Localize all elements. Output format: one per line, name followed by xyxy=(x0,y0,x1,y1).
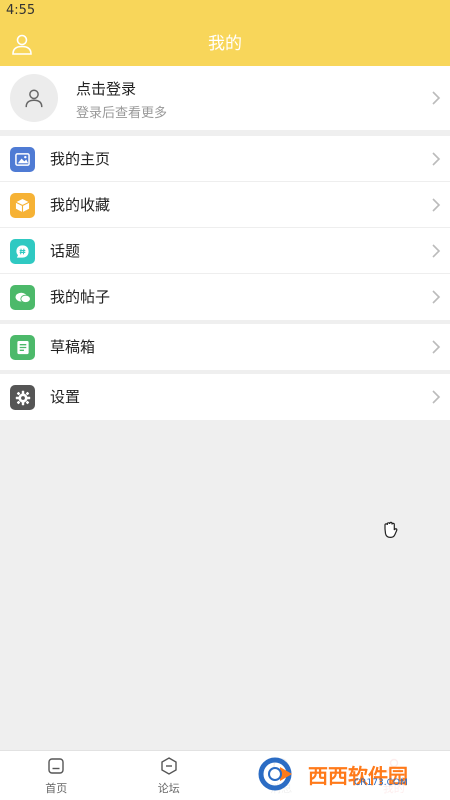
menu-item-label: 我的收藏 xyxy=(50,196,111,214)
image-icon xyxy=(10,147,35,172)
avatar[interactable] xyxy=(10,74,58,122)
chevron-right-icon xyxy=(432,198,441,212)
menu-group-drafts: 草稿箱 xyxy=(0,324,450,370)
status-time: 4:55 xyxy=(6,3,36,18)
forum-icon xyxy=(161,757,177,775)
menu-item-my-favorites[interactable]: 我的收藏 xyxy=(0,182,450,228)
site-logo-icon xyxy=(258,757,292,791)
login-card[interactable]: 点击登录 登录后查看更多 xyxy=(0,66,450,130)
login-title: 点击登录 xyxy=(76,80,137,98)
header: 我的 xyxy=(0,22,450,66)
tab-label: 首页 xyxy=(45,782,68,795)
menu-item-my-homepage[interactable]: 我的主页 xyxy=(0,136,450,182)
chevron-right-icon xyxy=(432,390,441,404)
avatar-icon xyxy=(25,89,43,108)
watermark-logo: 西西软件园 CR173.COM xyxy=(250,752,440,796)
chat-icon xyxy=(10,285,35,310)
hashtag-icon xyxy=(10,239,35,264)
home-icon xyxy=(48,758,64,774)
tab-label: 论坛 xyxy=(157,782,180,795)
chevron-right-icon xyxy=(432,340,441,354)
menu-item-my-posts[interactable]: 我的帖子 xyxy=(0,274,450,320)
tab-home[interactable]: 首页 xyxy=(0,751,113,800)
menu-item-label: 设置 xyxy=(50,388,81,406)
status-bar: 4:55 xyxy=(0,0,450,22)
hand-cursor-icon xyxy=(384,521,398,539)
login-subtitle: 登录后查看更多 xyxy=(76,106,168,121)
menu-item-settings[interactable]: 设置 xyxy=(0,374,450,420)
menu-item-topics[interactable]: 话题 xyxy=(0,228,450,274)
chevron-right-icon xyxy=(432,91,441,105)
box-icon xyxy=(10,193,35,218)
chevron-right-icon xyxy=(432,244,441,258)
chevron-right-icon xyxy=(432,290,441,304)
menu-group-main: 我的主页 我的收藏 话题 我的帖子 xyxy=(0,136,450,320)
gear-icon xyxy=(10,385,35,410)
menu-item-drafts[interactable]: 草稿箱 xyxy=(0,324,450,370)
tab-forum[interactable]: 论坛 xyxy=(113,751,226,800)
menu-group-settings: 设置 xyxy=(0,374,450,420)
page-title: 我的 xyxy=(208,34,242,54)
menu-item-label: 草稿箱 xyxy=(50,338,96,356)
menu-item-label: 话题 xyxy=(50,242,81,260)
menu-item-label: 我的帖子 xyxy=(50,288,111,306)
menu-item-label: 我的主页 xyxy=(50,150,111,168)
draft-icon xyxy=(10,335,35,360)
watermark-subtext: CR173.COM xyxy=(354,778,408,788)
chevron-right-icon xyxy=(432,152,441,166)
